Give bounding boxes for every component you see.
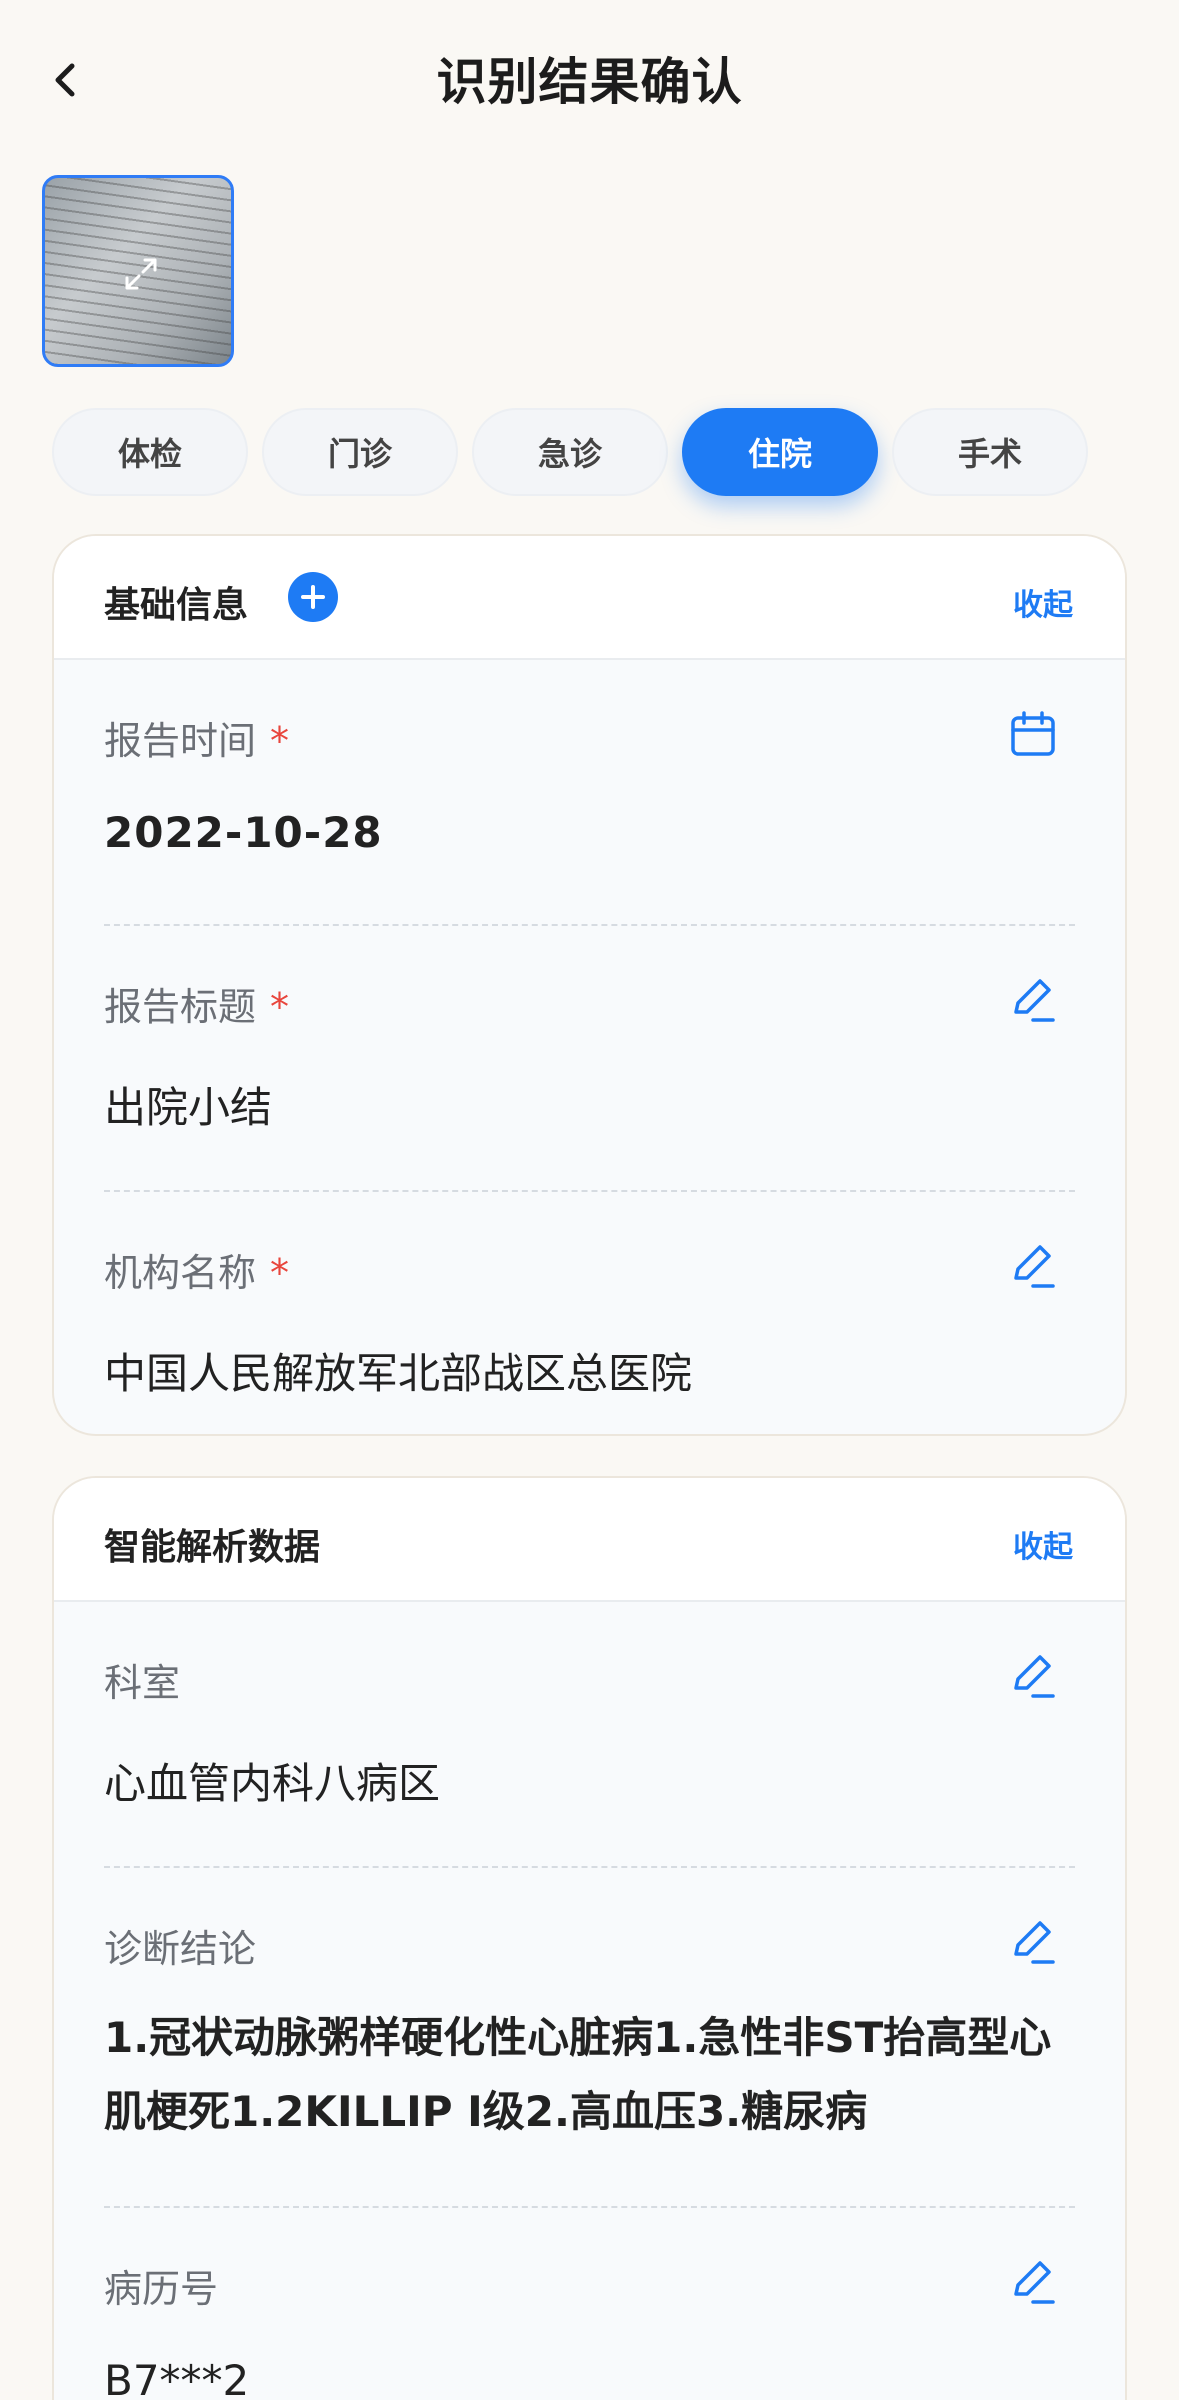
expand-icon (125, 258, 157, 290)
tab-outpatient[interactable]: 门诊 (262, 408, 458, 496)
field-label-wrapper: 报告标题 * (104, 976, 289, 1031)
field-department[interactable]: 科室 心血管内科八病区 (104, 1602, 1075, 1868)
smart-data-header: 智能解析数据 收起 (54, 1478, 1125, 1602)
field-value: 中国人民解放军北部战区总医院 (104, 1349, 693, 1398)
header-bar: 识别结果确认 (0, 0, 1179, 150)
field-label: 机构名称 (104, 1251, 257, 1295)
plus-icon (301, 585, 325, 609)
tab-emergency[interactable]: 急诊 (472, 408, 668, 496)
field-label: 科室 (104, 1661, 181, 1705)
field-diagnosis[interactable]: 诊断结论 1.冠状动脉粥样硬化性心脏病1.急性非ST抬高型心肌梗死1.2KILL… (104, 1868, 1075, 2208)
basic-info-title: 基础信息 (104, 585, 249, 626)
edit-icon[interactable] (1007, 1650, 1059, 1702)
smart-data-title: 智能解析数据 (104, 1527, 321, 1568)
tab-inpatient[interactable]: 住院 (682, 408, 878, 496)
calendar-icon[interactable] (1007, 708, 1059, 760)
field-institution-name[interactable]: 机构名称 * 中国人民解放军北部战区总医院 (104, 1192, 1075, 1434)
field-report-title[interactable]: 报告标题 * 出院小结 (104, 926, 1075, 1192)
required-mark: * (270, 985, 290, 1029)
field-label-wrapper: 报告时间 * (104, 710, 289, 765)
field-label: 病历号 (104, 2267, 219, 2311)
edit-icon[interactable] (1007, 1240, 1059, 1292)
document-thumbnail[interactable] (42, 175, 234, 367)
edit-icon[interactable] (1007, 974, 1059, 1026)
field-value: 出院小结 (104, 1083, 273, 1132)
field-value: 1.冠状动脉粥样硬化性心脏病1.急性非ST抬高型心肌梗死1.2KILLIP I级… (104, 2013, 1052, 2136)
add-field-button[interactable] (288, 572, 338, 622)
field-label: 报告时间 (104, 719, 257, 763)
field-value: 2022-10-28 (104, 808, 383, 857)
field-label-wrapper: 机构名称 * (104, 1242, 289, 1297)
edit-icon[interactable] (1007, 1916, 1059, 1968)
field-record-number[interactable]: 病历号 B7***2 (104, 2208, 1075, 2400)
basic-info-card: 基础信息 收起 报告时间 * 2022-10-28 报告标题 * 出院小结 机构名称… (52, 534, 1127, 1436)
category-tabs: 体检 门诊 急诊 住院 手术 (52, 408, 1088, 496)
field-report-time[interactable]: 报告时间 * 2022-10-28 (104, 660, 1075, 926)
tab-physical-exam[interactable]: 体检 (52, 408, 248, 496)
page-title: 识别结果确认 (436, 53, 743, 111)
basic-info-collapse-button[interactable]: 收起 (1013, 580, 1073, 624)
smart-data-collapse-button[interactable]: 收起 (1013, 1522, 1073, 1566)
field-label: 诊断结论 (104, 1927, 257, 1971)
field-value: 心血管内科八病区 (104, 1759, 441, 1808)
required-mark: * (270, 719, 290, 763)
field-label: 报告标题 (104, 985, 257, 1029)
edit-icon[interactable] (1007, 2256, 1059, 2308)
required-mark: * (270, 1251, 290, 1295)
smart-data-card: 智能解析数据 收起 科室 心血管内科八病区 诊断结论 1.冠状动脉粥样硬化性心脏… (52, 1476, 1127, 2400)
basic-info-header: 基础信息 收起 (54, 536, 1125, 660)
field-value: B7***2 (104, 2356, 250, 2400)
tab-surgery[interactable]: 手术 (892, 408, 1088, 496)
